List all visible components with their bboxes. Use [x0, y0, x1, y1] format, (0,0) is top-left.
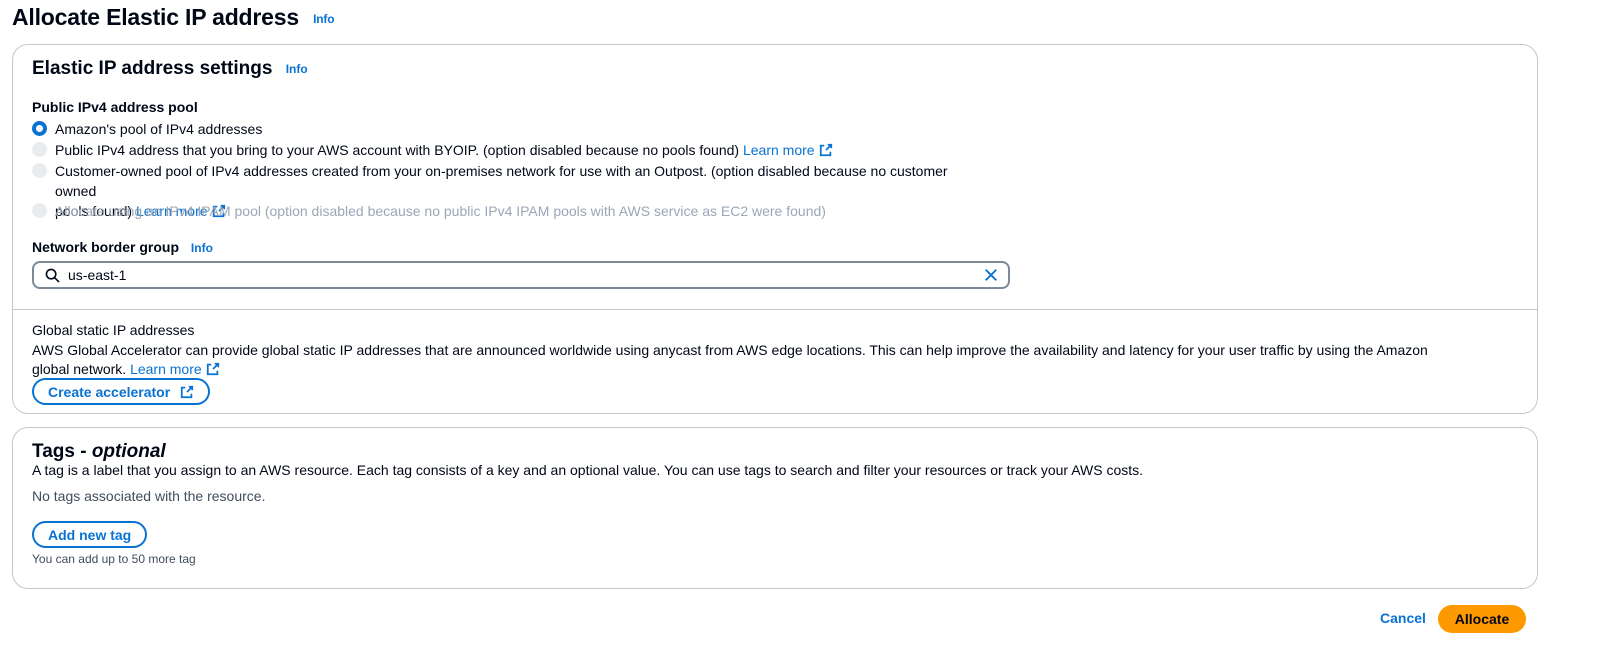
nbg-info-link[interactable]: Info — [191, 241, 213, 255]
radio-disabled-icon — [32, 203, 47, 218]
tags-description: A tag is a label that you assign to an A… — [32, 462, 1144, 478]
page-info-link[interactable]: Info — [313, 12, 334, 26]
tag-limit-note: You can add up to 50 more tag — [32, 552, 196, 566]
external-link-icon — [819, 143, 832, 157]
radio-option-label: Amazon's pool of IPv4 addresses — [55, 121, 263, 137]
tags-title: Tags - optional — [32, 441, 166, 463]
radio-option-label: Public IPv4 address that you bring to yo… — [55, 142, 740, 158]
tags-title-text: Tags - — [32, 441, 92, 462]
radio-option-amazon-pool[interactable]: Amazon's pool of IPv4 addresses — [32, 119, 262, 139]
elastic-ip-settings-panel: Elastic IP address settings Info Public … — [12, 44, 1538, 414]
settings-title: Elastic IP address settings Info — [32, 58, 308, 80]
external-link-icon — [181, 385, 194, 398]
no-tags-message: No tags associated with the resource. — [32, 488, 266, 504]
radio-disabled-icon — [32, 142, 47, 157]
settings-title-text: Elastic IP address settings — [32, 58, 273, 79]
radio-option-byoip: Public IPv4 address that you bring to yo… — [32, 140, 833, 160]
allocate-button[interactable]: Allocate — [1438, 605, 1526, 633]
page-title: Allocate Elastic IP address Info — [12, 4, 335, 31]
network-border-group-label-text: Network border group — [32, 239, 180, 255]
search-icon — [45, 268, 60, 283]
tags-title-optional: optional — [91, 441, 166, 462]
cancel-button[interactable]: Cancel — [1380, 610, 1426, 626]
create-accelerator-label: Create accelerator — [48, 383, 171, 400]
external-link-icon — [206, 362, 219, 376]
page-title-text: Allocate Elastic IP address — [12, 4, 299, 30]
add-new-tag-label: Add new tag — [48, 526, 132, 543]
add-new-tag-button[interactable]: Add new tag — [32, 521, 148, 548]
byoip-learn-more-link[interactable]: Learn more — [743, 142, 833, 158]
radio-selected-icon[interactable] — [32, 121, 47, 136]
radio-option-ipam-pool: Allocate using an IPv4 IPAM pool (option… — [32, 201, 826, 221]
radio-option-label: Allocate using an IPv4 IPAM pool (option… — [55, 203, 826, 219]
network-border-group-value: us-east-1 — [68, 267, 127, 283]
radio-option-label: Customer-owned pool of IPv4 addresses cr… — [55, 163, 948, 199]
radio-disabled-icon — [32, 163, 47, 178]
global-learn-more-link[interactable]: Learn more — [130, 361, 220, 377]
network-border-group-select[interactable]: us-east-1 — [32, 261, 1010, 289]
create-accelerator-button[interactable]: Create accelerator — [32, 378, 211, 405]
global-static-ip-label: Global static IP addresses — [32, 322, 195, 338]
pool-label: Public IPv4 address pool — [32, 99, 198, 115]
settings-info-link[interactable]: Info — [286, 62, 308, 76]
clear-icon[interactable] — [984, 268, 998, 282]
section-divider — [13, 309, 1537, 310]
tags-panel: Tags - optional A tag is a label that yo… — [12, 427, 1538, 589]
global-description-text: AWS Global Accelerator can provide globa… — [32, 342, 1428, 377]
network-border-group-label: Network border group Info — [32, 239, 213, 255]
global-static-ip-description: AWS Global Accelerator can provide globa… — [32, 341, 1452, 379]
